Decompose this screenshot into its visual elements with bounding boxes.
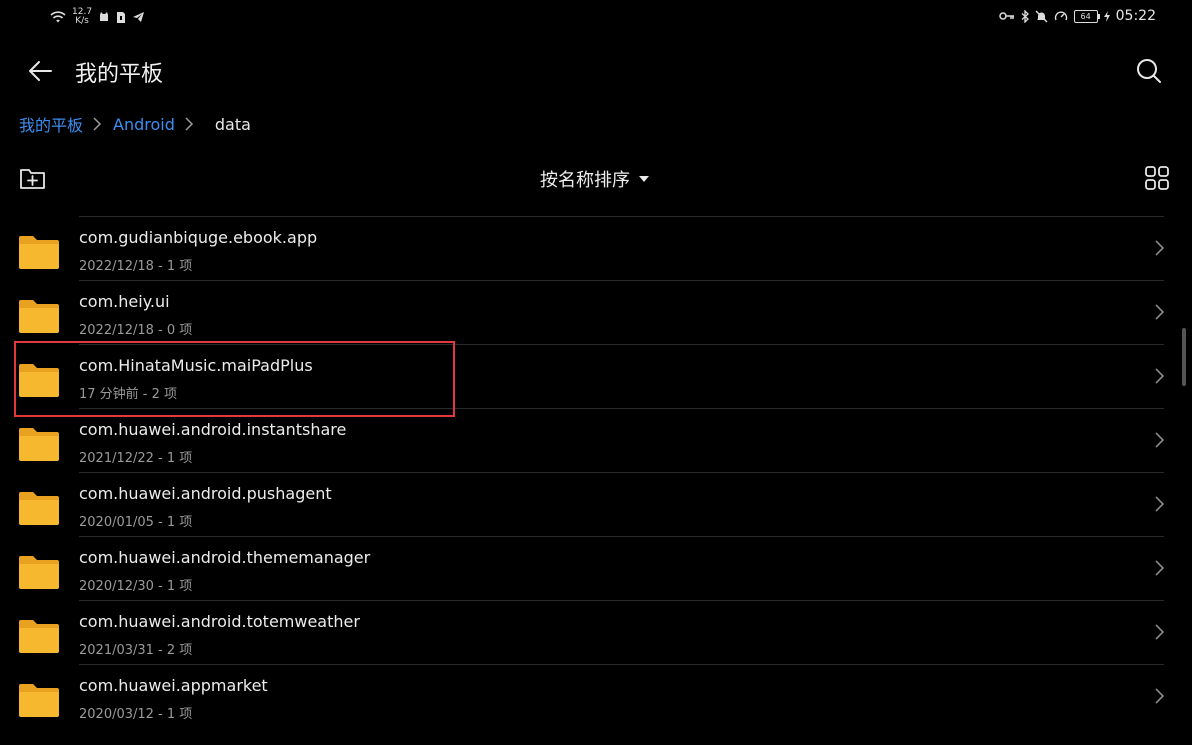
page-title: 我的平板 bbox=[75, 62, 164, 87]
list-item[interactable]: com.huawei.android.pushagent 2020/01/05 … bbox=[0, 472, 1192, 536]
file-meta: 2020/01/05 - 1 项 bbox=[79, 515, 193, 530]
folder-icon bbox=[19, 300, 59, 333]
folder-icon bbox=[19, 492, 59, 525]
file-meta: 2021/12/22 - 1 项 bbox=[79, 451, 193, 466]
speedometer-icon bbox=[1054, 11, 1067, 20]
list-item[interactable]: com.HinataMusic.maiPadPlus 17 分钟前 - 2 项 bbox=[0, 344, 1192, 408]
folder-icon bbox=[19, 236, 59, 269]
file-meta: 2021/03/31 - 2 项 bbox=[79, 643, 193, 658]
list-item[interactable]: com.huawei.android.totemweather 2021/03/… bbox=[0, 600, 1192, 664]
chevron-right-icon bbox=[1155, 304, 1165, 320]
sort-dropdown[interactable]: 按名称排序 bbox=[540, 166, 650, 192]
clock: 05:22 bbox=[1115, 8, 1156, 24]
list-item[interactable]: com.huawei.android.instantshare 2021/12/… bbox=[0, 408, 1192, 472]
new-folder-button[interactable] bbox=[18, 163, 48, 193]
folder-icon bbox=[19, 364, 59, 397]
chevron-right-icon bbox=[1155, 368, 1165, 384]
key-icon bbox=[998, 12, 1014, 20]
app-notification-icon bbox=[100, 12, 109, 21]
chevron-right-icon bbox=[1155, 624, 1165, 640]
folder-icon bbox=[19, 556, 59, 589]
scrollbar[interactable] bbox=[1182, 328, 1186, 386]
toolbar: 按名称排序 bbox=[0, 158, 1192, 198]
chevron-right-icon bbox=[1155, 432, 1165, 448]
net-speed-unit: K/s bbox=[75, 16, 89, 26]
telegram-icon bbox=[133, 12, 145, 22]
folder-icon bbox=[19, 428, 59, 461]
file-name: com.huawei.appmarket bbox=[79, 676, 268, 695]
charging-icon bbox=[1103, 10, 1110, 22]
breadcrumb-item-my-tablet[interactable]: 我的平板 bbox=[19, 112, 83, 136]
chevron-right-icon bbox=[93, 117, 102, 131]
list-item[interactable]: com.huawei.android.thememanager 2020/12/… bbox=[0, 536, 1192, 600]
chevron-right-icon bbox=[1155, 560, 1165, 576]
file-name: com.huawei.android.instantshare bbox=[79, 420, 347, 439]
file-meta: 2020/03/12 - 1 项 bbox=[79, 707, 193, 722]
header: 我的平板 bbox=[0, 44, 1192, 96]
new-folder-icon bbox=[20, 169, 45, 189]
breadcrumb-item-android[interactable]: Android bbox=[113, 115, 175, 134]
file-name: com.HinataMusic.maiPadPlus bbox=[79, 356, 313, 375]
sim-icon bbox=[117, 11, 126, 23]
caret-down-icon bbox=[639, 176, 649, 182]
chevron-right-icon bbox=[1155, 688, 1165, 704]
status-right: 64 05:22 bbox=[998, 8, 1156, 24]
grid-view-button[interactable] bbox=[1142, 163, 1172, 193]
breadcrumb: 我的平板 Android data bbox=[19, 112, 251, 136]
search-icon bbox=[1137, 59, 1161, 83]
battery-indicator: 64 bbox=[1073, 9, 1100, 23]
file-name: com.huawei.android.totemweather bbox=[79, 612, 360, 631]
status-bar: 12.7 K/s 64 05:22 bbox=[0, 0, 1192, 36]
file-meta: 2022/12/18 - 1 项 bbox=[79, 259, 193, 274]
sort-label: 按名称排序 bbox=[540, 170, 630, 191]
list-item[interactable]: com.heiy.ui 2022/12/18 - 0 项 bbox=[0, 280, 1192, 344]
file-name: com.huawei.android.thememanager bbox=[79, 548, 371, 567]
bluetooth-icon bbox=[1021, 9, 1029, 23]
chevron-right-icon bbox=[1155, 240, 1165, 256]
grid-view-icon bbox=[1145, 166, 1169, 190]
file-meta: 2022/12/18 - 0 项 bbox=[79, 323, 193, 338]
file-meta: 17 分钟前 - 2 项 bbox=[79, 387, 178, 402]
back-button[interactable] bbox=[26, 56, 56, 86]
bell-off-icon bbox=[1035, 10, 1048, 22]
chevron-right-icon bbox=[185, 117, 193, 131]
folder-icon bbox=[19, 620, 59, 653]
net-speed: 12.7 K/s bbox=[72, 8, 92, 26]
breadcrumb-item-data: data bbox=[214, 114, 251, 134]
file-list: com.gudianbiquge.ebook.app 2022/12/18 - … bbox=[0, 216, 1192, 728]
list-item[interactable]: com.gudianbiquge.ebook.app 2022/12/18 - … bbox=[0, 216, 1192, 280]
status-left: 12.7 K/s bbox=[50, 8, 145, 26]
folder-icon bbox=[19, 684, 59, 717]
back-arrow-icon bbox=[29, 61, 52, 81]
list-item[interactable]: com.huawei.appmarket 2020/03/12 - 1 项 bbox=[0, 664, 1192, 728]
file-name: com.huawei.android.pushagent bbox=[79, 484, 332, 503]
wifi-icon bbox=[50, 11, 66, 23]
file-meta: 2020/12/30 - 1 项 bbox=[79, 579, 193, 594]
file-name: com.heiy.ui bbox=[79, 292, 170, 311]
search-button[interactable] bbox=[1134, 56, 1164, 86]
chevron-right-icon bbox=[1155, 496, 1165, 512]
file-name: com.gudianbiquge.ebook.app bbox=[79, 228, 318, 247]
